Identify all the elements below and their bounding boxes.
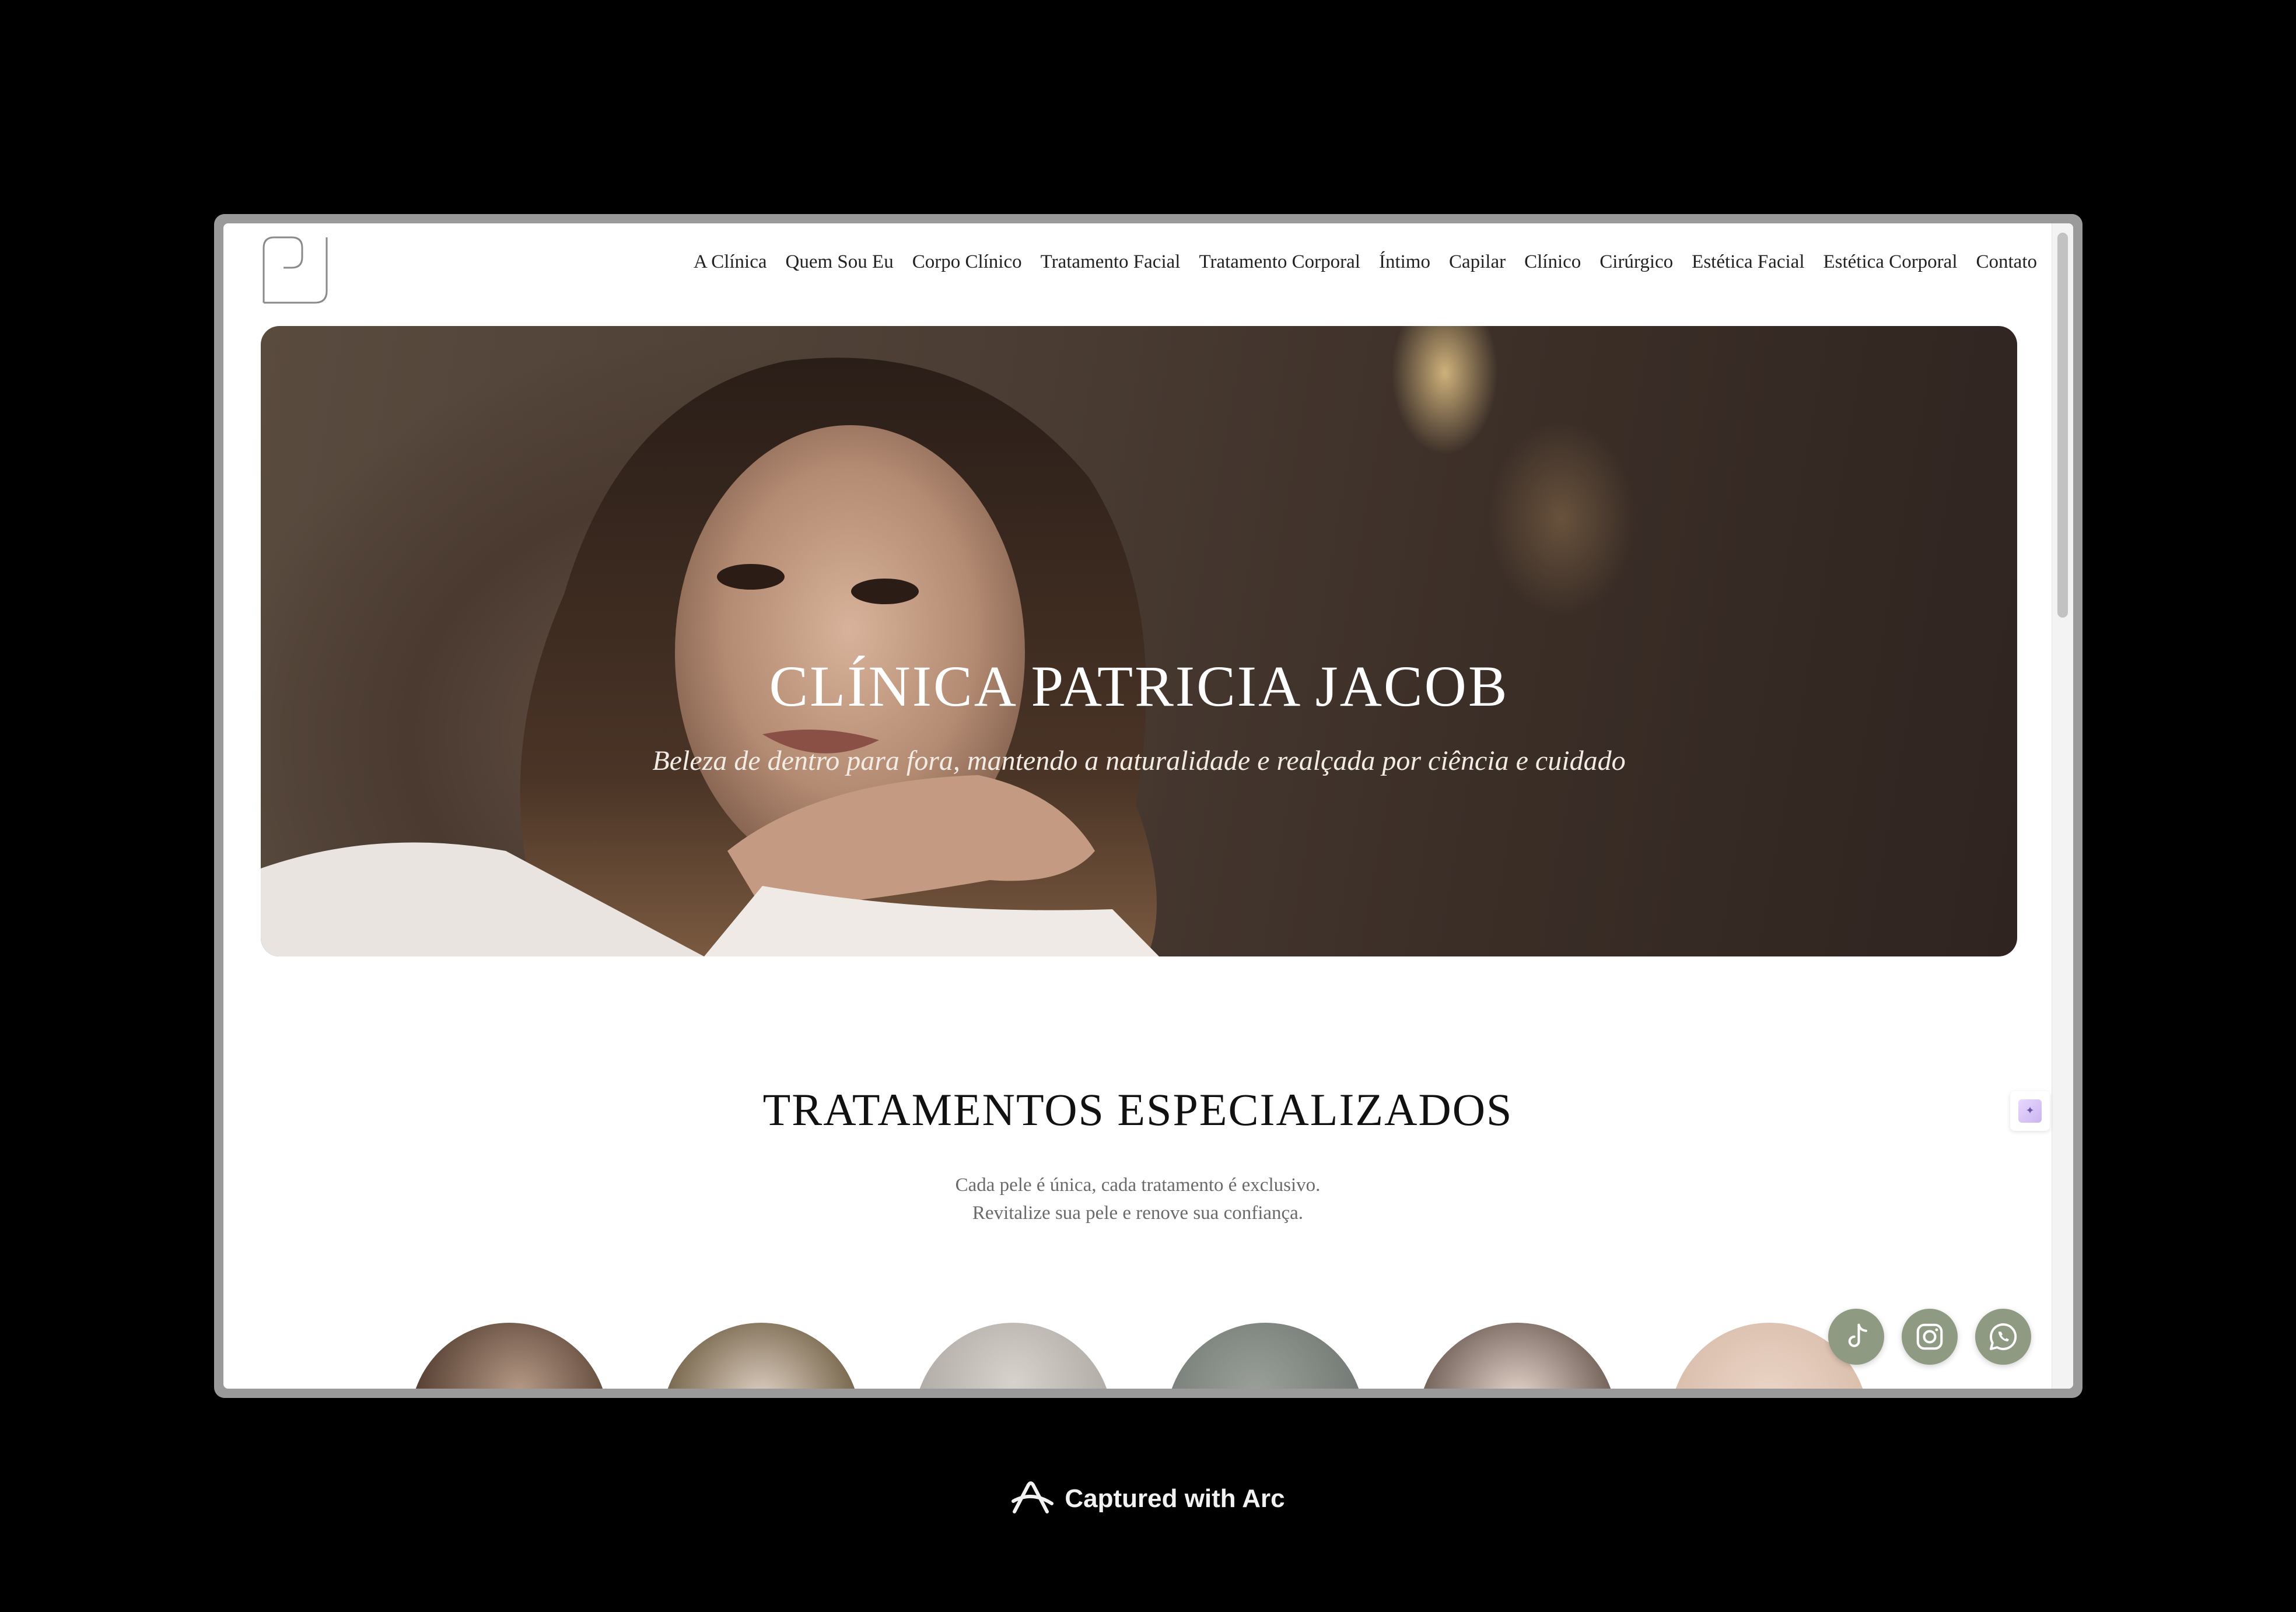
- treatments-title: TRATAMENTOS ESPECIALIZADOS: [762, 1084, 1513, 1135]
- arc-logo-icon: [1012, 1481, 1054, 1513]
- hero-subtitle: Beleza de dentro para fora, mantendo a n…: [652, 745, 1626, 776]
- nav-item-tratamento-corporal[interactable]: Tratamento Corporal: [1199, 251, 1360, 273]
- treatments-subtitle-line-1: Cada pele é única, cada tratamento é exc…: [955, 1175, 1321, 1196]
- hero-banner: CLÍNICA PATRICIA JACOB Beleza de dentro …: [261, 326, 2017, 956]
- captured-with-arc-badge: Captured with Arc: [0, 1480, 2296, 1518]
- treatment-card-image[interactable]: [662, 1323, 860, 1389]
- nav-item-corpo-clinico[interactable]: Corpo Clínico: [912, 251, 1022, 273]
- instagram-icon: [1916, 1323, 1943, 1350]
- tiktok-button[interactable]: [1828, 1309, 1884, 1365]
- nav-item-tratamento-facial[interactable]: Tratamento Facial: [1041, 251, 1181, 273]
- nav-item-contato[interactable]: Contato: [1976, 251, 2038, 273]
- side-widget[interactable]: ✦: [2010, 1091, 2050, 1131]
- treatment-card-image[interactable]: [410, 1323, 608, 1389]
- main-navigation: A Clínica Quem Sou Eu Corpo Clínico Trat…: [694, 251, 2037, 273]
- treatment-card-image[interactable]: [1418, 1323, 1616, 1389]
- instagram-button[interactable]: [1902, 1309, 1958, 1365]
- scrollbar-thumb[interactable]: [2057, 233, 2068, 618]
- browser-window: A Clínica Quem Sou Eu Corpo Clínico Trat…: [214, 214, 2082, 1398]
- nav-item-intimo[interactable]: Íntimo: [1379, 251, 1430, 273]
- widget-icon: ✦: [2018, 1099, 2042, 1123]
- nav-item-estetica-facial[interactable]: Estética Facial: [1692, 251, 1804, 273]
- nav-item-clinico[interactable]: Clínico: [1524, 251, 1581, 273]
- treatment-card-image[interactable]: [914, 1323, 1112, 1389]
- treatment-cards-row: [223, 1323, 2073, 1389]
- arc-badge-text: Captured with Arc: [1065, 1484, 1285, 1513]
- scrollbar[interactable]: [2052, 223, 2073, 1389]
- nav-item-estetica-corporal[interactable]: Estética Corporal: [1823, 251, 1957, 273]
- nav-item-cirurgico[interactable]: Cirúrgico: [1600, 251, 1673, 273]
- hero-title: CLÍNICA PATRICIA JACOB: [769, 654, 1509, 719]
- whatsapp-button[interactable]: [1975, 1309, 2031, 1365]
- treatment-card-image[interactable]: [1166, 1323, 1364, 1389]
- tiktok-icon: [1848, 1323, 1867, 1347]
- nav-item-capilar[interactable]: Capilar: [1449, 251, 1506, 273]
- treatments-subtitle-line-2: Revitalize sua pele e renove sua confian…: [972, 1203, 1304, 1224]
- nav-item-a-clinica[interactable]: A Clínica: [694, 251, 767, 273]
- whatsapp-icon: [1990, 1323, 2017, 1350]
- page-viewport: A Clínica Quem Sou Eu Corpo Clínico Trat…: [223, 223, 2073, 1389]
- hero-portrait-image: [261, 358, 1159, 956]
- clinic-logo[interactable]: [261, 235, 330, 305]
- nav-item-quem-sou-eu[interactable]: Quem Sou Eu: [786, 251, 894, 273]
- treatments-subtitle: Cada pele é única, cada tratamento é exc…: [223, 1171, 2052, 1227]
